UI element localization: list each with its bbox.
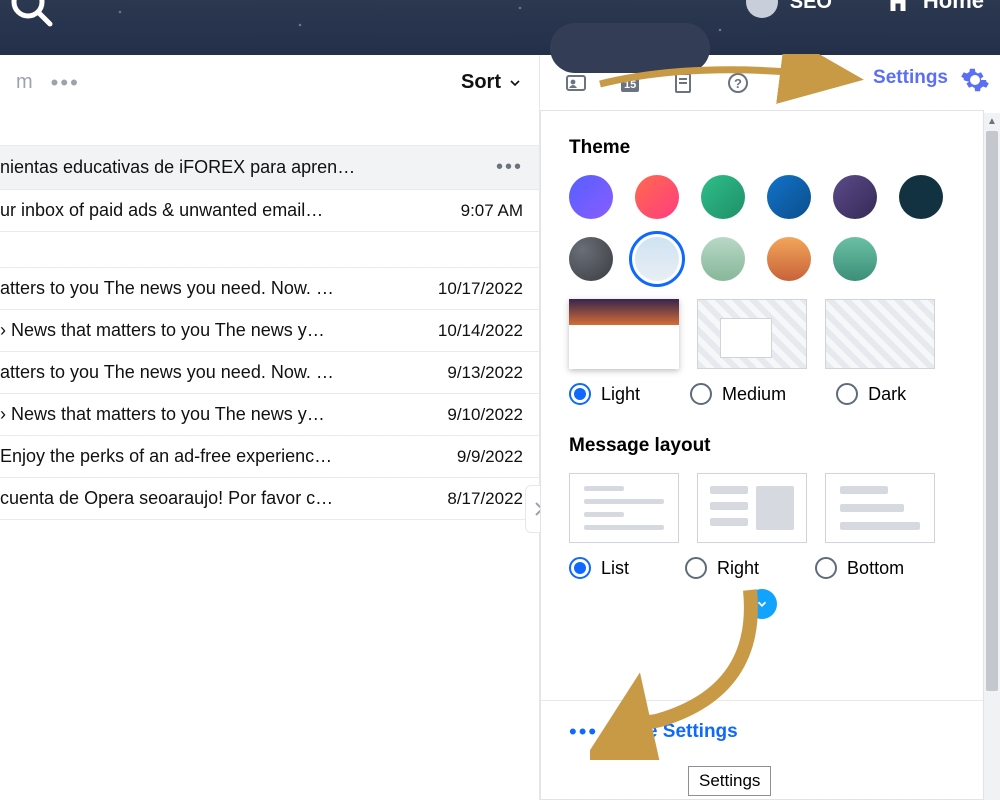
- appearance-light[interactable]: Light: [569, 383, 640, 405]
- layout-heading: Message layout: [569, 435, 955, 457]
- home-label: Home: [923, 0, 984, 14]
- appearance-dark[interactable]: Dark: [836, 383, 906, 405]
- username: SEO: [790, 0, 832, 14]
- theme-swatch[interactable]: [701, 175, 745, 219]
- settings-panel: Theme Light Medium Dark Message layout L…: [540, 110, 984, 800]
- layout-radio-right[interactable]: Right: [685, 557, 759, 579]
- layout-radios: List Right Bottom: [569, 557, 955, 579]
- scroll-up-icon[interactable]: ▲: [984, 113, 1000, 129]
- list-toolbar: m ••• Sort: [0, 55, 539, 110]
- list-spacer: [0, 110, 539, 146]
- folder-crumb: m: [16, 71, 33, 94]
- message-list: nientas educativas de iFOREX para aprend…: [0, 146, 539, 520]
- theme-preview-row: [569, 299, 955, 369]
- calendar-day: 15: [624, 79, 636, 91]
- layout-right[interactable]: [697, 473, 807, 543]
- theme-swatch-row: [569, 237, 955, 281]
- svg-text:?: ?: [734, 76, 742, 91]
- notes-icon[interactable]: [672, 71, 696, 95]
- theme-preview-medium[interactable]: [697, 299, 807, 369]
- message-row[interactable]: atters to you The news you need. Now. … …: [0, 352, 539, 394]
- message-row[interactable]: cuenta de Opera seoaraujo! Por favor c… …: [0, 478, 539, 520]
- theme-swatch[interactable]: [569, 237, 613, 281]
- theme-swatch[interactable]: [767, 237, 811, 281]
- theme-swatch[interactable]: [635, 175, 679, 219]
- more-settings-link[interactable]: More Settings: [612, 721, 738, 743]
- gear-icon[interactable]: [960, 65, 990, 100]
- panel-pointer: [922, 110, 945, 121]
- help-icon[interactable]: ?: [726, 71, 750, 95]
- theme-swatch[interactable]: [701, 237, 745, 281]
- theme-heading: Theme: [569, 137, 955, 159]
- header-decor: [0, 0, 1000, 55]
- scroll-thumb[interactable]: [986, 131, 998, 691]
- message-row[interactable]: ur inbox of paid ads & unwanted email… 9…: [0, 190, 539, 232]
- message-row[interactable]: atters to you The news you need. Now. … …: [0, 268, 539, 310]
- appearance-radios: Light Medium Dark: [569, 383, 955, 405]
- layout-list[interactable]: [569, 473, 679, 543]
- layout-radio-list[interactable]: List: [569, 557, 629, 579]
- home-icon: [883, 0, 913, 16]
- message-row[interactable]: › News that matters to you The news y… 1…: [0, 310, 539, 352]
- theme-swatch[interactable]: [833, 175, 877, 219]
- message-row[interactable]: › News that matters to you The news y… 9…: [0, 394, 539, 436]
- contacts-icon[interactable]: [564, 71, 588, 95]
- search-icon[interactable]: [8, 0, 56, 30]
- home-link[interactable]: Home: [883, 0, 1000, 16]
- calendar-icon[interactable]: 15: [618, 71, 642, 95]
- message-row[interactable]: nientas educativas de iFOREX para aprend…: [0, 146, 539, 190]
- theme-preview-light[interactable]: [569, 299, 679, 369]
- app-header: SEO Home: [0, 0, 1000, 55]
- settings-link[interactable]: Settings: [873, 67, 948, 89]
- chevron-down-icon: [747, 589, 777, 619]
- theme-swatch[interactable]: [569, 175, 613, 219]
- right-pane: 15 ? Settings Theme Light: [540, 55, 1000, 800]
- panel-footer: ••• More Settings: [541, 700, 983, 763]
- theme-swatch[interactable]: [899, 175, 943, 219]
- theme-swatch[interactable]: [833, 237, 877, 281]
- list-spacer: [0, 232, 539, 268]
- chevron-down-icon: [507, 75, 523, 91]
- expand-more[interactable]: [569, 589, 955, 619]
- message-list-pane: m ••• Sort nientas educativas de iFOREX …: [0, 55, 540, 800]
- layout-preview-row: [569, 473, 955, 543]
- appearance-medium[interactable]: Medium: [690, 383, 786, 405]
- layout-bottom[interactable]: [825, 473, 935, 543]
- layout-radio-bottom[interactable]: Bottom: [815, 557, 904, 579]
- theme-preview-dark[interactable]: [825, 299, 935, 369]
- ellipsis-icon: •••: [569, 719, 598, 745]
- more-actions-icon[interactable]: •••: [51, 70, 80, 96]
- sort-button[interactable]: Sort: [461, 71, 523, 94]
- theme-swatch-row: [569, 175, 955, 219]
- scrollbar[interactable]: ▲: [984, 113, 1000, 800]
- message-row[interactable]: Enjoy the perks of an ad-free experienc……: [0, 436, 539, 478]
- tooltip: Settings: [688, 766, 771, 796]
- theme-swatch[interactable]: [767, 175, 811, 219]
- avatar: [746, 0, 778, 18]
- theme-swatch[interactable]: [635, 237, 679, 281]
- account-area[interactable]: SEO: [746, 0, 832, 18]
